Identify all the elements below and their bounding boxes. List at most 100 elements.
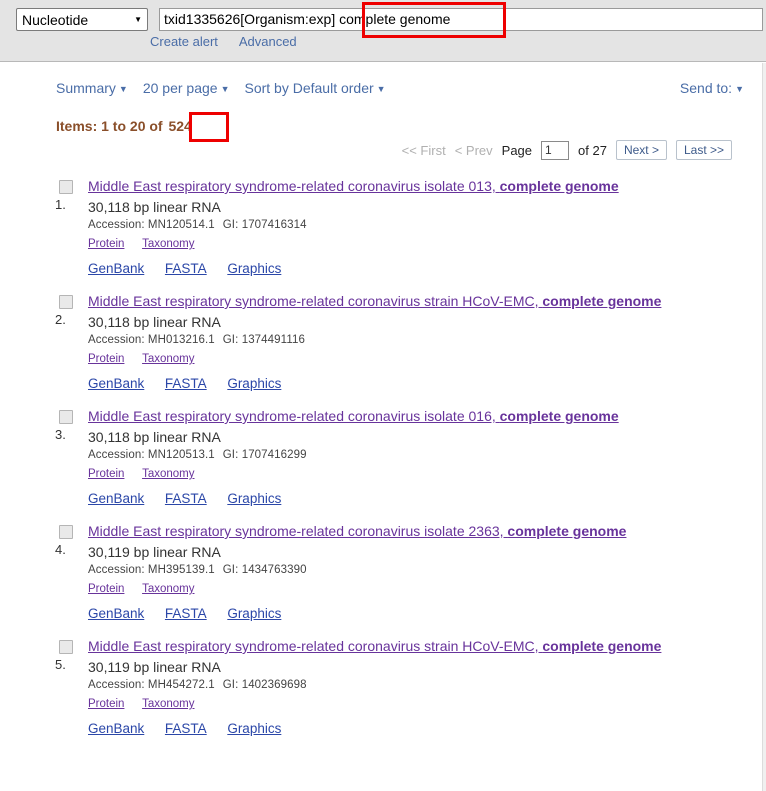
genbank-link[interactable]: GenBank	[88, 606, 144, 621]
result-title-text: Middle East respiratory syndrome-related…	[88, 408, 500, 424]
next-page-button[interactable]: Next >	[615, 140, 667, 160]
genbank-link[interactable]: GenBank	[88, 261, 144, 276]
result-title-text: Middle East respiratory syndrome-related…	[88, 178, 500, 194]
result-checkbox[interactable]	[59, 525, 73, 539]
display-format-dropdown[interactable]: Summary ▼	[56, 80, 128, 96]
sort-by-dropdown[interactable]: Sort by Default order ▼	[244, 80, 385, 96]
genbank-link[interactable]: GenBank	[88, 376, 144, 391]
result-accession: Accession: MH395139.1	[88, 564, 215, 576]
database-select[interactable]: Nucleotide ▼	[16, 8, 148, 31]
result-gi: GI: 1434763390	[222, 564, 307, 576]
result-secondary-links: Protein Taxonomy	[88, 234, 766, 253]
result-format-links: GenBank FASTA Graphics	[88, 490, 766, 508]
results-count-total: 524	[168, 118, 192, 134]
graphics-link[interactable]: Graphics	[227, 721, 281, 736]
result-title-highlight: complete genome	[499, 408, 619, 424]
toolbar-left-group: Summary ▼ 20 per page ▼ Sort by Default or…	[56, 80, 386, 96]
result-index: 1.	[55, 197, 66, 212]
result-index: 4.	[55, 542, 66, 557]
last-page-button[interactable]: Last >>	[675, 140, 732, 160]
taxonomy-link[interactable]: Taxonomy	[142, 353, 194, 365]
chevron-down-icon: ▼	[735, 84, 744, 95]
chevron-down-icon: ▼	[118, 84, 128, 95]
result-gi: GI: 1707416299	[222, 449, 307, 461]
result-title-link[interactable]: Middle East respiratory syndrome-related…	[88, 637, 766, 655]
page-number-input[interactable]: 1	[541, 140, 570, 160]
result-accession-line: Accession: MN120513.1 GI: 1707416299	[88, 447, 766, 464]
genbank-link[interactable]: GenBank	[88, 721, 144, 736]
result-accession: Accession: MN120513.1	[88, 449, 215, 461]
advanced-search-link[interactable]: Advanced	[239, 34, 297, 49]
result-length: 30,119 bp linear RNA	[88, 544, 221, 560]
result-secondary-links: Protein Taxonomy	[88, 694, 766, 713]
toolbar-right-group: Send to: ▼	[680, 80, 744, 96]
result-title-link[interactable]: Middle East respiratory syndrome-related…	[88, 522, 766, 540]
result-title-highlight: complete genome	[542, 293, 662, 309]
result-length: 30,118 bp linear RNA	[88, 429, 221, 445]
result-checkbox[interactable]	[59, 640, 73, 654]
search-row: Nucleotide ▼ txid1335626[Organism:exp] c…	[0, 0, 766, 38]
protein-link[interactable]: Protein	[88, 468, 124, 480]
fasta-link[interactable]: FASTA	[165, 491, 207, 506]
result-title-text: Middle East respiratory syndrome-related…	[88, 293, 543, 309]
search-input-wrapper: txid1335626[Organism:exp] complete genom…	[159, 2, 766, 38]
protein-link[interactable]: Protein	[88, 698, 124, 710]
result-accession: Accession: MH454272.1	[88, 679, 215, 691]
result-checkbox[interactable]	[59, 410, 73, 424]
result-item: 2. Middle East respiratory syndrome-rela…	[0, 283, 766, 398]
results-count: Items: 1 to 20 of 524	[56, 112, 229, 142]
result-title-highlight: complete genome	[507, 523, 627, 539]
result-format-links: GenBank FASTA Graphics	[88, 605, 766, 623]
graphics-link[interactable]: Graphics	[227, 261, 281, 276]
graphics-link[interactable]: Graphics	[227, 606, 281, 621]
result-title-link[interactable]: Middle East respiratory syndrome-related…	[88, 292, 766, 310]
results-count-prefix: Items: 1 to 20 of	[56, 118, 167, 134]
result-checkbox[interactable]	[59, 180, 73, 194]
taxonomy-link[interactable]: Taxonomy	[142, 698, 194, 710]
results-list: 1. Middle East respiratory syndrome-rela…	[0, 168, 766, 743]
result-title-highlight: complete genome	[499, 178, 619, 194]
fasta-link[interactable]: FASTA	[165, 376, 207, 391]
taxonomy-link[interactable]: Taxonomy	[142, 468, 194, 480]
chevron-down-icon: ▼	[220, 84, 230, 95]
per-page-dropdown[interactable]: 20 per page ▼	[143, 80, 230, 96]
chevron-down-icon: ▼	[376, 84, 386, 95]
result-accession: Accession: MN120514.1	[88, 219, 215, 231]
protein-link[interactable]: Protein	[88, 238, 124, 250]
result-item: 5. Middle East respiratory syndrome-rela…	[0, 628, 766, 743]
genbank-link[interactable]: GenBank	[88, 491, 144, 506]
fasta-link[interactable]: FASTA	[165, 261, 207, 276]
result-format-links: GenBank FASTA Graphics	[88, 260, 766, 278]
protein-link[interactable]: Protein	[88, 353, 124, 365]
display-format-label: Summary	[56, 80, 116, 96]
chevron-down-icon: ▼	[134, 14, 142, 24]
result-index: 2.	[55, 312, 66, 327]
fasta-link[interactable]: FASTA	[165, 606, 207, 621]
graphics-link[interactable]: Graphics	[227, 376, 281, 391]
result-title-link[interactable]: Middle East respiratory syndrome-related…	[88, 177, 766, 195]
result-format-links: GenBank FASTA Graphics	[88, 720, 766, 738]
result-title-link[interactable]: Middle East respiratory syndrome-related…	[88, 407, 766, 425]
result-accession-line: Accession: MH395139.1 GI: 1434763390	[88, 562, 766, 579]
result-checkbox[interactable]	[59, 295, 73, 309]
result-title-text: Middle East respiratory syndrome-related…	[88, 638, 543, 654]
page-label: Page	[501, 142, 533, 158]
search-input[interactable]: txid1335626[Organism:exp] complete genom…	[159, 8, 763, 31]
taxonomy-link[interactable]: Taxonomy	[142, 583, 194, 595]
result-format-links: GenBank FASTA Graphics	[88, 375, 766, 393]
send-to-dropdown[interactable]: Send to: ▼	[680, 80, 744, 96]
result-index: 3.	[55, 427, 66, 442]
header-links: Create alert Advanced	[0, 31, 766, 49]
taxonomy-link[interactable]: Taxonomy	[142, 238, 194, 250]
fasta-link[interactable]: FASTA	[165, 721, 207, 736]
page-scrollbar[interactable]	[762, 63, 766, 791]
result-length: 30,118 bp linear RNA	[88, 314, 221, 330]
send-to-label: Send to:	[679, 80, 733, 96]
result-accession-line: Accession: MH454272.1 GI: 1402369698	[88, 677, 766, 694]
create-alert-link[interactable]: Create alert	[150, 34, 218, 49]
graphics-link[interactable]: Graphics	[227, 491, 281, 506]
search-query-highlight: complete genome	[339, 11, 451, 27]
result-item: 3. Middle East respiratory syndrome-rela…	[0, 398, 766, 513]
protein-link[interactable]: Protein	[88, 583, 124, 595]
search-header: Nucleotide ▼ txid1335626[Organism:exp] c…	[0, 0, 766, 62]
